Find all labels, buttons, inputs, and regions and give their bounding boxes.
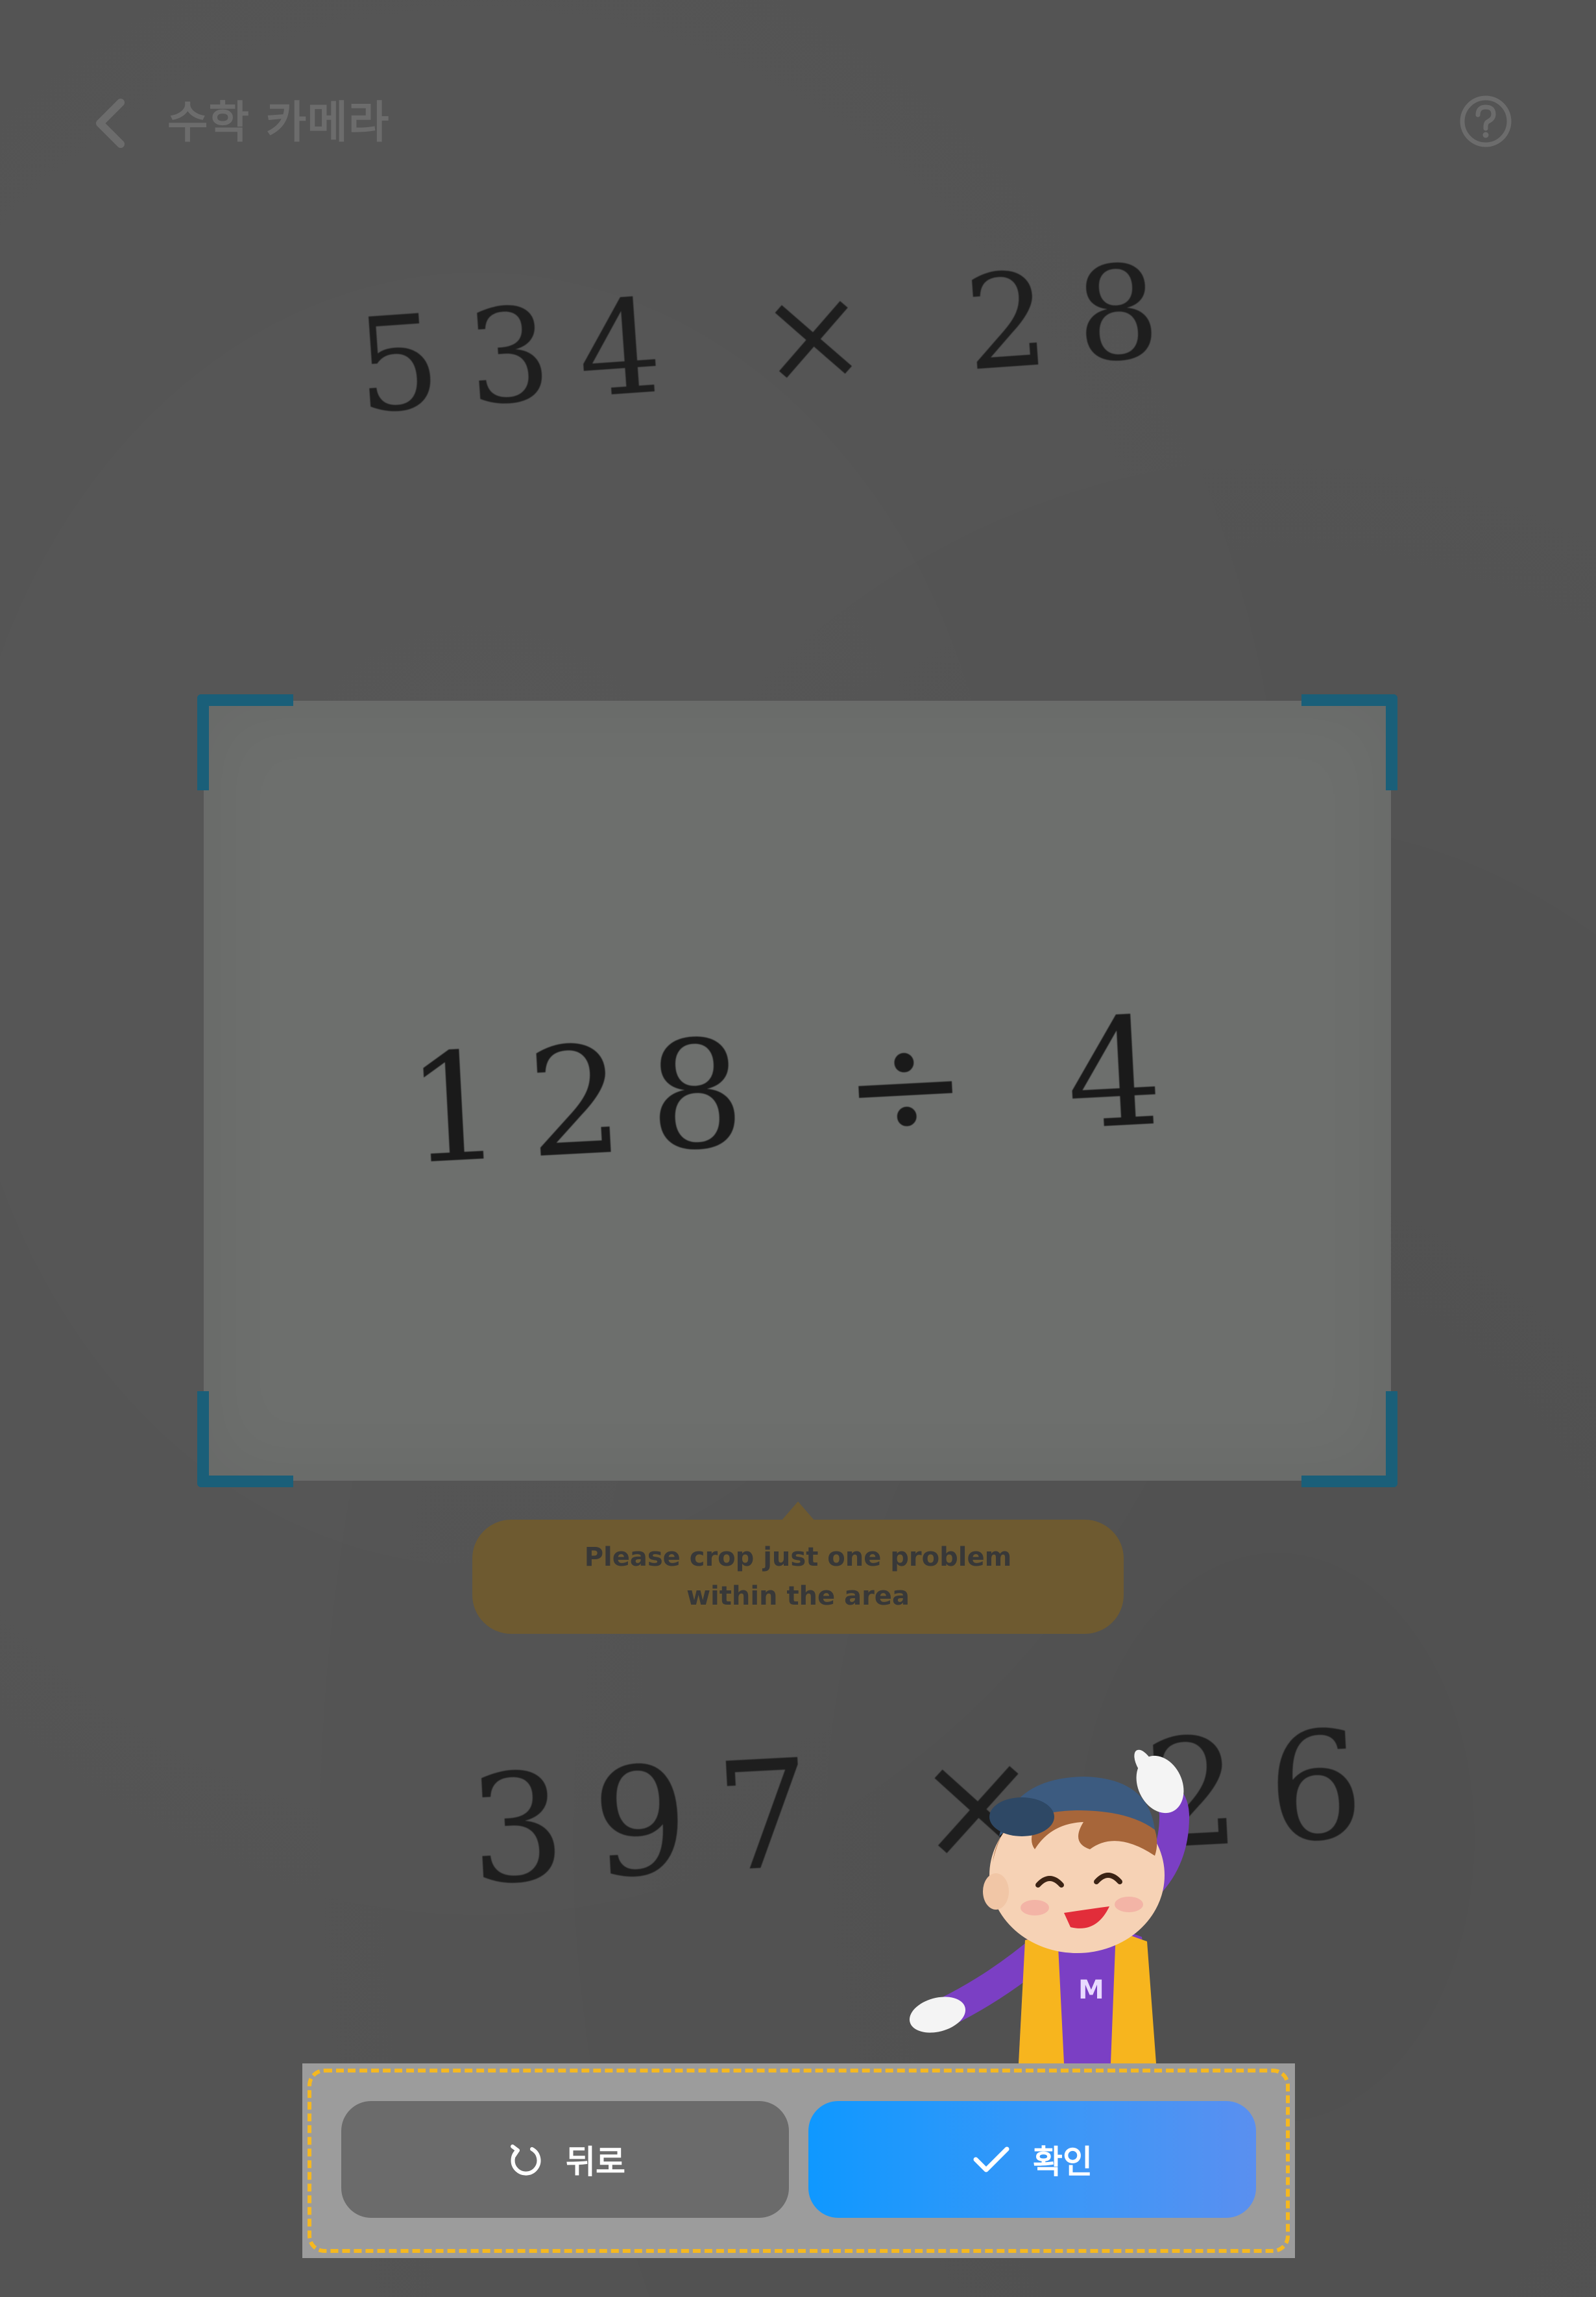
math-camera-screen: 수학 카메라 534 × 28 128 ÷ 4 Please crop just… xyxy=(0,0,1596,2297)
tooltip-line-2: within the area xyxy=(686,1581,910,1611)
page-title: 수학 카메라 xyxy=(167,97,390,149)
action-bar: 뒤로 확인 xyxy=(302,2063,1295,2258)
check-icon xyxy=(972,2140,1011,2179)
back-action-button[interactable]: 뒤로 xyxy=(341,2101,789,2218)
tooltip-line-1: Please crop just one problem xyxy=(584,1542,1012,1572)
crop-handle-bottom-right[interactable] xyxy=(1301,1391,1397,1487)
confirm-label: 확인 xyxy=(1033,2143,1093,2181)
header: 수학 카메라 xyxy=(0,0,1596,247)
back-action-label: 뒤로 xyxy=(566,2143,625,2181)
rotate-ccw-icon xyxy=(505,2140,544,2179)
crop-handle-top-left[interactable] xyxy=(197,694,293,790)
problem-above: 534 × 28 xyxy=(351,234,1192,443)
selected-problem: 128 ÷ 4 xyxy=(402,984,1192,1198)
svg-text:M: M xyxy=(1078,1975,1104,2005)
confirm-button[interactable]: 확인 xyxy=(808,2101,1256,2218)
crop-hint-tooltip: Please crop just one problem within the … xyxy=(472,1501,1124,1634)
crop-handle-bottom-left[interactable] xyxy=(197,1391,293,1487)
chevron-left-icon xyxy=(96,99,125,148)
help-button[interactable] xyxy=(1458,94,1513,149)
crop-area[interactable]: 128 ÷ 4 xyxy=(197,694,1397,1487)
help-circle-icon xyxy=(1460,95,1512,147)
back-button[interactable] xyxy=(78,84,143,162)
crop-handle-top-right[interactable] xyxy=(1301,694,1397,790)
mascot-character: M xyxy=(909,1749,1190,2063)
selected-problem-container: 128 ÷ 4 xyxy=(204,701,1391,1481)
